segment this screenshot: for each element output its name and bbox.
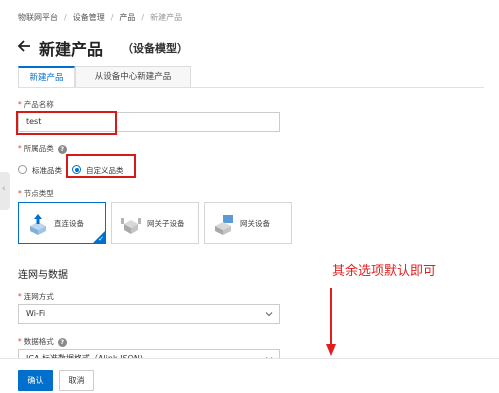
confirm-button[interactable]: 确认 [18, 370, 53, 391]
node-type-direct-device[interactable]: 直连设备 ✓ [18, 202, 106, 244]
breadcrumb-device-management[interactable]: 设备管理 [73, 13, 105, 22]
breadcrumb-current: 新建产品 [150, 13, 183, 22]
network-mode-value: Wi-Fi [26, 309, 46, 318]
cancel-button[interactable]: 取消 [59, 370, 94, 391]
back-arrow-icon[interactable] [16, 38, 32, 54]
chevron-down-icon [265, 312, 273, 317]
gateway-device-label: 网关设备 [240, 219, 270, 228]
annotation-arrow-icon [326, 288, 336, 356]
chevron-left-icon: ‹ [2, 184, 6, 194]
network-section-title: 连网与数据 [18, 270, 68, 281]
annotation-text: 其余选项默认即可 [332, 264, 437, 279]
node-type-label: * 节点类型 [18, 189, 54, 198]
breadcrumb-platform[interactable]: 物联网平台 [18, 13, 58, 22]
tab-new-product[interactable]: 新建产品 [18, 66, 75, 88]
sidebar-collapse-handle[interactable]: ‹ [0, 172, 10, 210]
help-icon[interactable]: ? [57, 144, 67, 154]
tab-from-device-center[interactable]: 从设备中心新建产品 [75, 66, 191, 88]
direct-device-icon [30, 214, 46, 235]
direct-device-label: 直连设备 [54, 219, 84, 228]
breadcrumb-products[interactable]: 产品 [119, 13, 135, 22]
data-format-label: * 数据格式? [18, 336, 67, 347]
network-mode-label: * 连网方式 [18, 292, 54, 301]
product-name-label: * 产品名称 [18, 100, 54, 109]
radio-standard-category-label: 标准品类 [32, 166, 62, 175]
tab-divider [18, 87, 484, 88]
gateway-device-icon [215, 215, 233, 235]
gateway-sub-device-icon [121, 218, 141, 234]
network-mode-select[interactable]: Wi-Fi [18, 304, 280, 324]
node-type-gateway-sub-device[interactable]: 网关子设备 [111, 202, 199, 244]
page-subtitle: （设备模型） [122, 42, 188, 55]
breadcrumb: 物联网平台 / 设备管理 / 产品 / 新建产品 [18, 13, 183, 22]
gateway-sub-device-label: 网关子设备 [147, 219, 185, 228]
category-label: * 所属品类? [18, 143, 67, 154]
highlight-box-name [16, 111, 117, 135]
help-icon[interactable]: ? [57, 337, 67, 347]
node-type-gateway-device[interactable]: 网关设备 [204, 202, 292, 244]
check-icon: ✓ [98, 235, 104, 243]
radio-standard-category[interactable] [18, 165, 27, 174]
highlight-box-category [66, 154, 136, 178]
page-title: 新建产品 [39, 40, 104, 59]
